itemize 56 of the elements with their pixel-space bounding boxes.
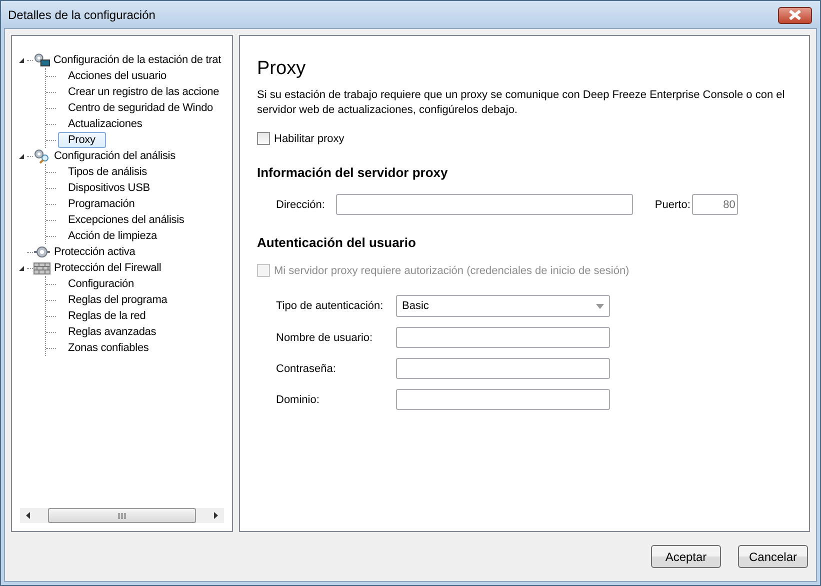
gear-magnifier-icon	[33, 148, 51, 164]
tree-item[interactable]: Dispositivos USB	[58, 180, 161, 196]
gear-monitor-icon	[32, 52, 50, 68]
section-heading: Información del servidor proxy	[257, 165, 449, 180]
close-icon	[788, 10, 802, 20]
tree-item[interactable]: Excepciones del análisis	[58, 212, 196, 228]
horizontal-scrollbar[interactable]	[20, 508, 224, 523]
expanded-icon[interactable]	[18, 56, 25, 64]
tree-item[interactable]: Protección activa	[52, 244, 146, 260]
tree-item[interactable]: Crear un registro de las accione	[58, 84, 230, 100]
input-field[interactable]	[396, 327, 610, 348]
gear-icon	[33, 244, 51, 260]
input-field[interactable]	[396, 389, 610, 410]
port-field[interactable]: 80	[692, 194, 738, 215]
field-label: Puerto:	[654, 198, 690, 210]
checkbox-label: Mi servidor proxy requiere autorización (credenciales de inicio de sesión)	[274, 264, 630, 276]
tree-item[interactable]: Configuración	[58, 276, 145, 292]
scroll-right-icon[interactable]	[213, 512, 218, 519]
scrollbar-thumb[interactable]	[48, 508, 196, 523]
tree-item[interactable]: Programación	[58, 196, 146, 212]
grip-icon	[118, 512, 126, 518]
dialog-button[interactable]: Aceptar	[651, 545, 721, 568]
field-label: Nombre de usuario:	[276, 332, 374, 344]
tree-item[interactable]: Actualizaciones	[58, 116, 154, 132]
tree-item[interactable]: Acción de limpieza	[58, 228, 168, 244]
tree-item[interactable]: Proxy	[58, 132, 106, 148]
dropdown-arrow-icon	[596, 304, 604, 308]
checkbox[interactable]	[257, 132, 270, 145]
window-title: Detalles de la configuración	[8, 8, 156, 22]
tree-item[interactable]: Acciones del usuario	[58, 68, 178, 84]
dialog-button[interactable]: Cancelar	[738, 545, 808, 568]
tree-item[interactable]: Reglas avanzadas	[58, 324, 168, 340]
close-button[interactable]	[778, 6, 812, 24]
authentication-dropdown[interactable]: Basic	[396, 295, 610, 317]
panel-title: Proxy	[257, 58, 307, 80]
section-heading: Autenticación del usuario	[257, 235, 417, 250]
input-field[interactable]	[396, 358, 610, 379]
expanded-icon[interactable]	[18, 264, 25, 272]
tree-item[interactable]: Tipos de análisis	[58, 164, 158, 180]
checkbox-label: Habilitar proxy	[274, 132, 344, 144]
tree-item[interactable]: Configuración del análisis	[52, 148, 186, 164]
brick-wall-icon	[33, 260, 51, 276]
scroll-left-icon[interactable]	[26, 512, 31, 519]
field-label: Dominio:	[276, 394, 320, 406]
field-label: Dirección:	[276, 198, 325, 210]
tree-item[interactable]: Reglas del programa	[58, 292, 178, 308]
expanded-icon[interactable]	[18, 152, 25, 160]
field-label: Tipo de autenticación:	[276, 300, 384, 312]
tree-item[interactable]: Centro de seguridad de Windo	[58, 100, 224, 116]
tree-item[interactable]: Protección del Firewall	[52, 260, 172, 276]
tree-item[interactable]: Reglas de la red	[58, 308, 157, 324]
tree-item[interactable]: Configuración de la estación de trat	[51, 52, 232, 68]
field-label: Contraseña:	[276, 362, 337, 374]
address-field[interactable]	[336, 194, 633, 215]
description-text: Si su estación de trabajo requiere que un proxy se comunique con Deep Freeze Enterprise Console o con el servidor web de actualizaciones, configúrelos debajo.	[257, 88, 786, 118]
tree-item[interactable]: Zonas confiables	[58, 340, 160, 356]
